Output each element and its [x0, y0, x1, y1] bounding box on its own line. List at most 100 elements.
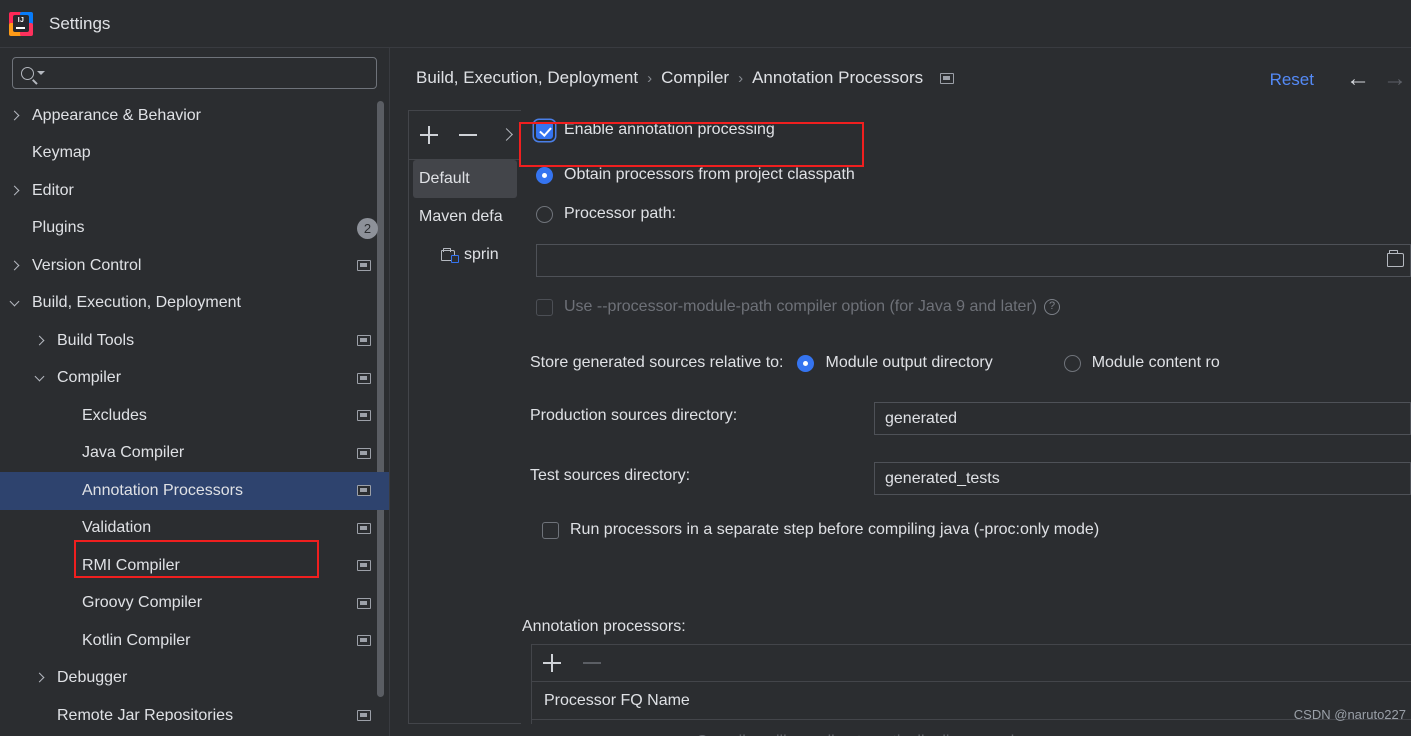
sidebar-item-rmi-compiler[interactable]: RMI Compiler	[0, 547, 389, 585]
sidebar-item-label: Remote Jar Repositories	[57, 706, 234, 721]
sidebar-item-plugins[interactable]: Plugins 2	[0, 210, 389, 248]
enable-annotation-processing-row[interactable]: Enable annotation processing	[536, 121, 775, 139]
sidebar-item-label: Java Compiler	[82, 444, 185, 462]
project-scope-icon	[357, 485, 371, 497]
breadcrumb-item[interactable]: Build, Execution, Deployment	[416, 68, 638, 88]
profile-list-item[interactable]: Maven defa	[409, 198, 521, 236]
profile-label: Default	[419, 170, 470, 187]
chevron-down-icon[interactable]	[10, 298, 20, 308]
settings-sidebar: Appearance & Behavior Keymap Editor Plugins…	[0, 48, 390, 736]
sidebar-item-label: Appearance & Behavior	[32, 106, 201, 124]
production-sources-input[interactable]: generated	[874, 402, 1411, 435]
chevron-right-icon[interactable]	[35, 673, 45, 683]
project-scope-icon	[357, 710, 371, 721]
annotation-processors-table: Processor FQ Name Compiler will run all …	[531, 644, 1411, 736]
sidebar-item-groovy-compiler[interactable]: Groovy Compiler	[0, 585, 389, 623]
help-icon[interactable]: ?	[1044, 299, 1061, 315]
module-output-directory-radio[interactable]	[797, 354, 815, 372]
sidebar-item-java-compiler[interactable]: Java Compiler	[0, 435, 389, 473]
sidebar-item-label: Debugger	[57, 669, 128, 687]
breadcrumb-item[interactable]: Compiler	[661, 68, 729, 88]
window-title: Settings	[49, 13, 111, 33]
test-sources-input[interactable]: generated_tests	[874, 462, 1411, 495]
separate-step-label: Run processors in a separate step before…	[570, 521, 1100, 538]
sidebar-item-build-execution-deployment[interactable]: Build, Execution, Deployment	[0, 285, 389, 323]
profile-list-item[interactable]: sprin	[409, 236, 521, 274]
reset-button[interactable]: Reset	[1270, 70, 1314, 90]
sidebar-item-appearance-behavior[interactable]: Appearance & Behavior	[0, 97, 389, 135]
project-scope-icon	[357, 260, 371, 272]
sidebar-item-editor[interactable]: Editor	[0, 172, 389, 210]
sidebar-item-label: Editor	[32, 181, 74, 199]
folder-browse-icon[interactable]	[1387, 250, 1404, 267]
profile-list: Default Maven defa sprin	[409, 160, 521, 274]
sidebar-item-keymap[interactable]: Keymap	[0, 135, 389, 173]
sidebar-item-kotlin-compiler[interactable]: Kotlin Compiler	[0, 622, 389, 660]
production-sources-value: generated	[885, 409, 958, 427]
breadcrumb-separator: ›	[738, 69, 744, 87]
chevron-down-icon[interactable]	[37, 71, 45, 75]
breadcrumb-separator: ›	[647, 69, 653, 87]
test-sources-label-row: Test sources directory:	[530, 467, 690, 485]
forward-button[interactable]: →	[1383, 67, 1407, 91]
processor-path-input[interactable]	[536, 244, 1411, 277]
sidebar-item-annotation-processors[interactable]: Annotation Processors	[0, 472, 389, 510]
obtain-from-classpath-radio[interactable]	[536, 166, 553, 184]
processor-module-path-row: Use --processor-module-path compiler opt…	[536, 298, 1061, 316]
chevron-down-icon[interactable]	[35, 373, 45, 383]
table-column-header: Processor FQ Name	[532, 682, 1411, 720]
sidebar-item-excludes[interactable]: Excludes	[0, 397, 389, 435]
move-to-profile-button[interactable]	[497, 125, 517, 145]
separate-step-row[interactable]: Run processors in a separate step before…	[542, 521, 1099, 539]
project-scope-icon	[357, 635, 371, 647]
processor-path-row[interactable]: Processor path:	[536, 205, 676, 223]
sidebar-item-build-tools[interactable]: Build Tools	[0, 322, 389, 360]
chevron-right-icon[interactable]	[35, 336, 45, 346]
sidebar-item-version-control[interactable]: Version Control	[0, 247, 389, 285]
search-box[interactable]	[12, 57, 377, 89]
separate-step-checkbox[interactable]	[542, 521, 559, 539]
enable-annotation-processing-label: Enable annotation processing	[564, 121, 775, 138]
test-sources-label: Test sources directory:	[530, 467, 691, 484]
production-sources-label: Production sources directory:	[530, 407, 738, 424]
chevron-right-icon[interactable]	[10, 111, 20, 121]
module-folder-icon	[441, 247, 459, 263]
chevron-right-icon[interactable]	[10, 261, 20, 271]
table-empty-message: Compiler will run all automatically disc…	[532, 720, 1411, 736]
project-scope-icon	[357, 372, 371, 384]
back-button[interactable]: ←	[1346, 67, 1370, 91]
enable-annotation-processing-checkbox[interactable]	[536, 121, 553, 139]
sidebar-item-compiler[interactable]: Compiler	[0, 360, 389, 398]
profile-list-panel: Default Maven defa sprin	[408, 110, 521, 724]
settings-dialog: IJ Settings Appearance & Behavior Keymap E…	[0, 0, 1411, 736]
sidebar-item-label: Excludes	[82, 406, 147, 424]
plugins-update-badge: 2	[357, 217, 378, 239]
remove-profile-button[interactable]	[458, 125, 478, 145]
profile-list-item[interactable]: Default	[413, 160, 517, 198]
sidebar-item-label: Annotation Processors	[82, 481, 243, 499]
breadcrumb-item[interactable]: Annotation Processors	[752, 68, 923, 88]
project-scope-icon	[940, 72, 955, 84]
sidebar-item-remote-jar-repositories[interactable]: Remote Jar Repositories	[0, 697, 389, 721]
add-processor-button[interactable]	[542, 653, 562, 673]
processor-module-path-label: Use --processor-module-path compiler opt…	[564, 298, 1038, 315]
obtain-from-classpath-row[interactable]: Obtain processors from project classpath	[536, 166, 855, 184]
chevron-right-icon[interactable]	[10, 186, 20, 196]
sidebar-item-debugger[interactable]: Debugger	[0, 660, 389, 698]
sidebar-item-validation[interactable]: Validation	[0, 510, 389, 548]
search-input[interactable]	[51, 65, 368, 81]
obtain-from-classpath-label: Obtain processors from project classpath	[564, 166, 855, 183]
add-profile-button[interactable]	[419, 125, 439, 145]
project-scope-icon	[357, 410, 371, 422]
sidebar-item-label: Version Control	[32, 256, 142, 274]
profile-toolbar	[409, 111, 521, 160]
sidebar-item-label: Build Tools	[57, 331, 135, 349]
processor-path-radio[interactable]	[536, 205, 553, 223]
module-content-root-radio[interactable]	[1063, 354, 1081, 372]
